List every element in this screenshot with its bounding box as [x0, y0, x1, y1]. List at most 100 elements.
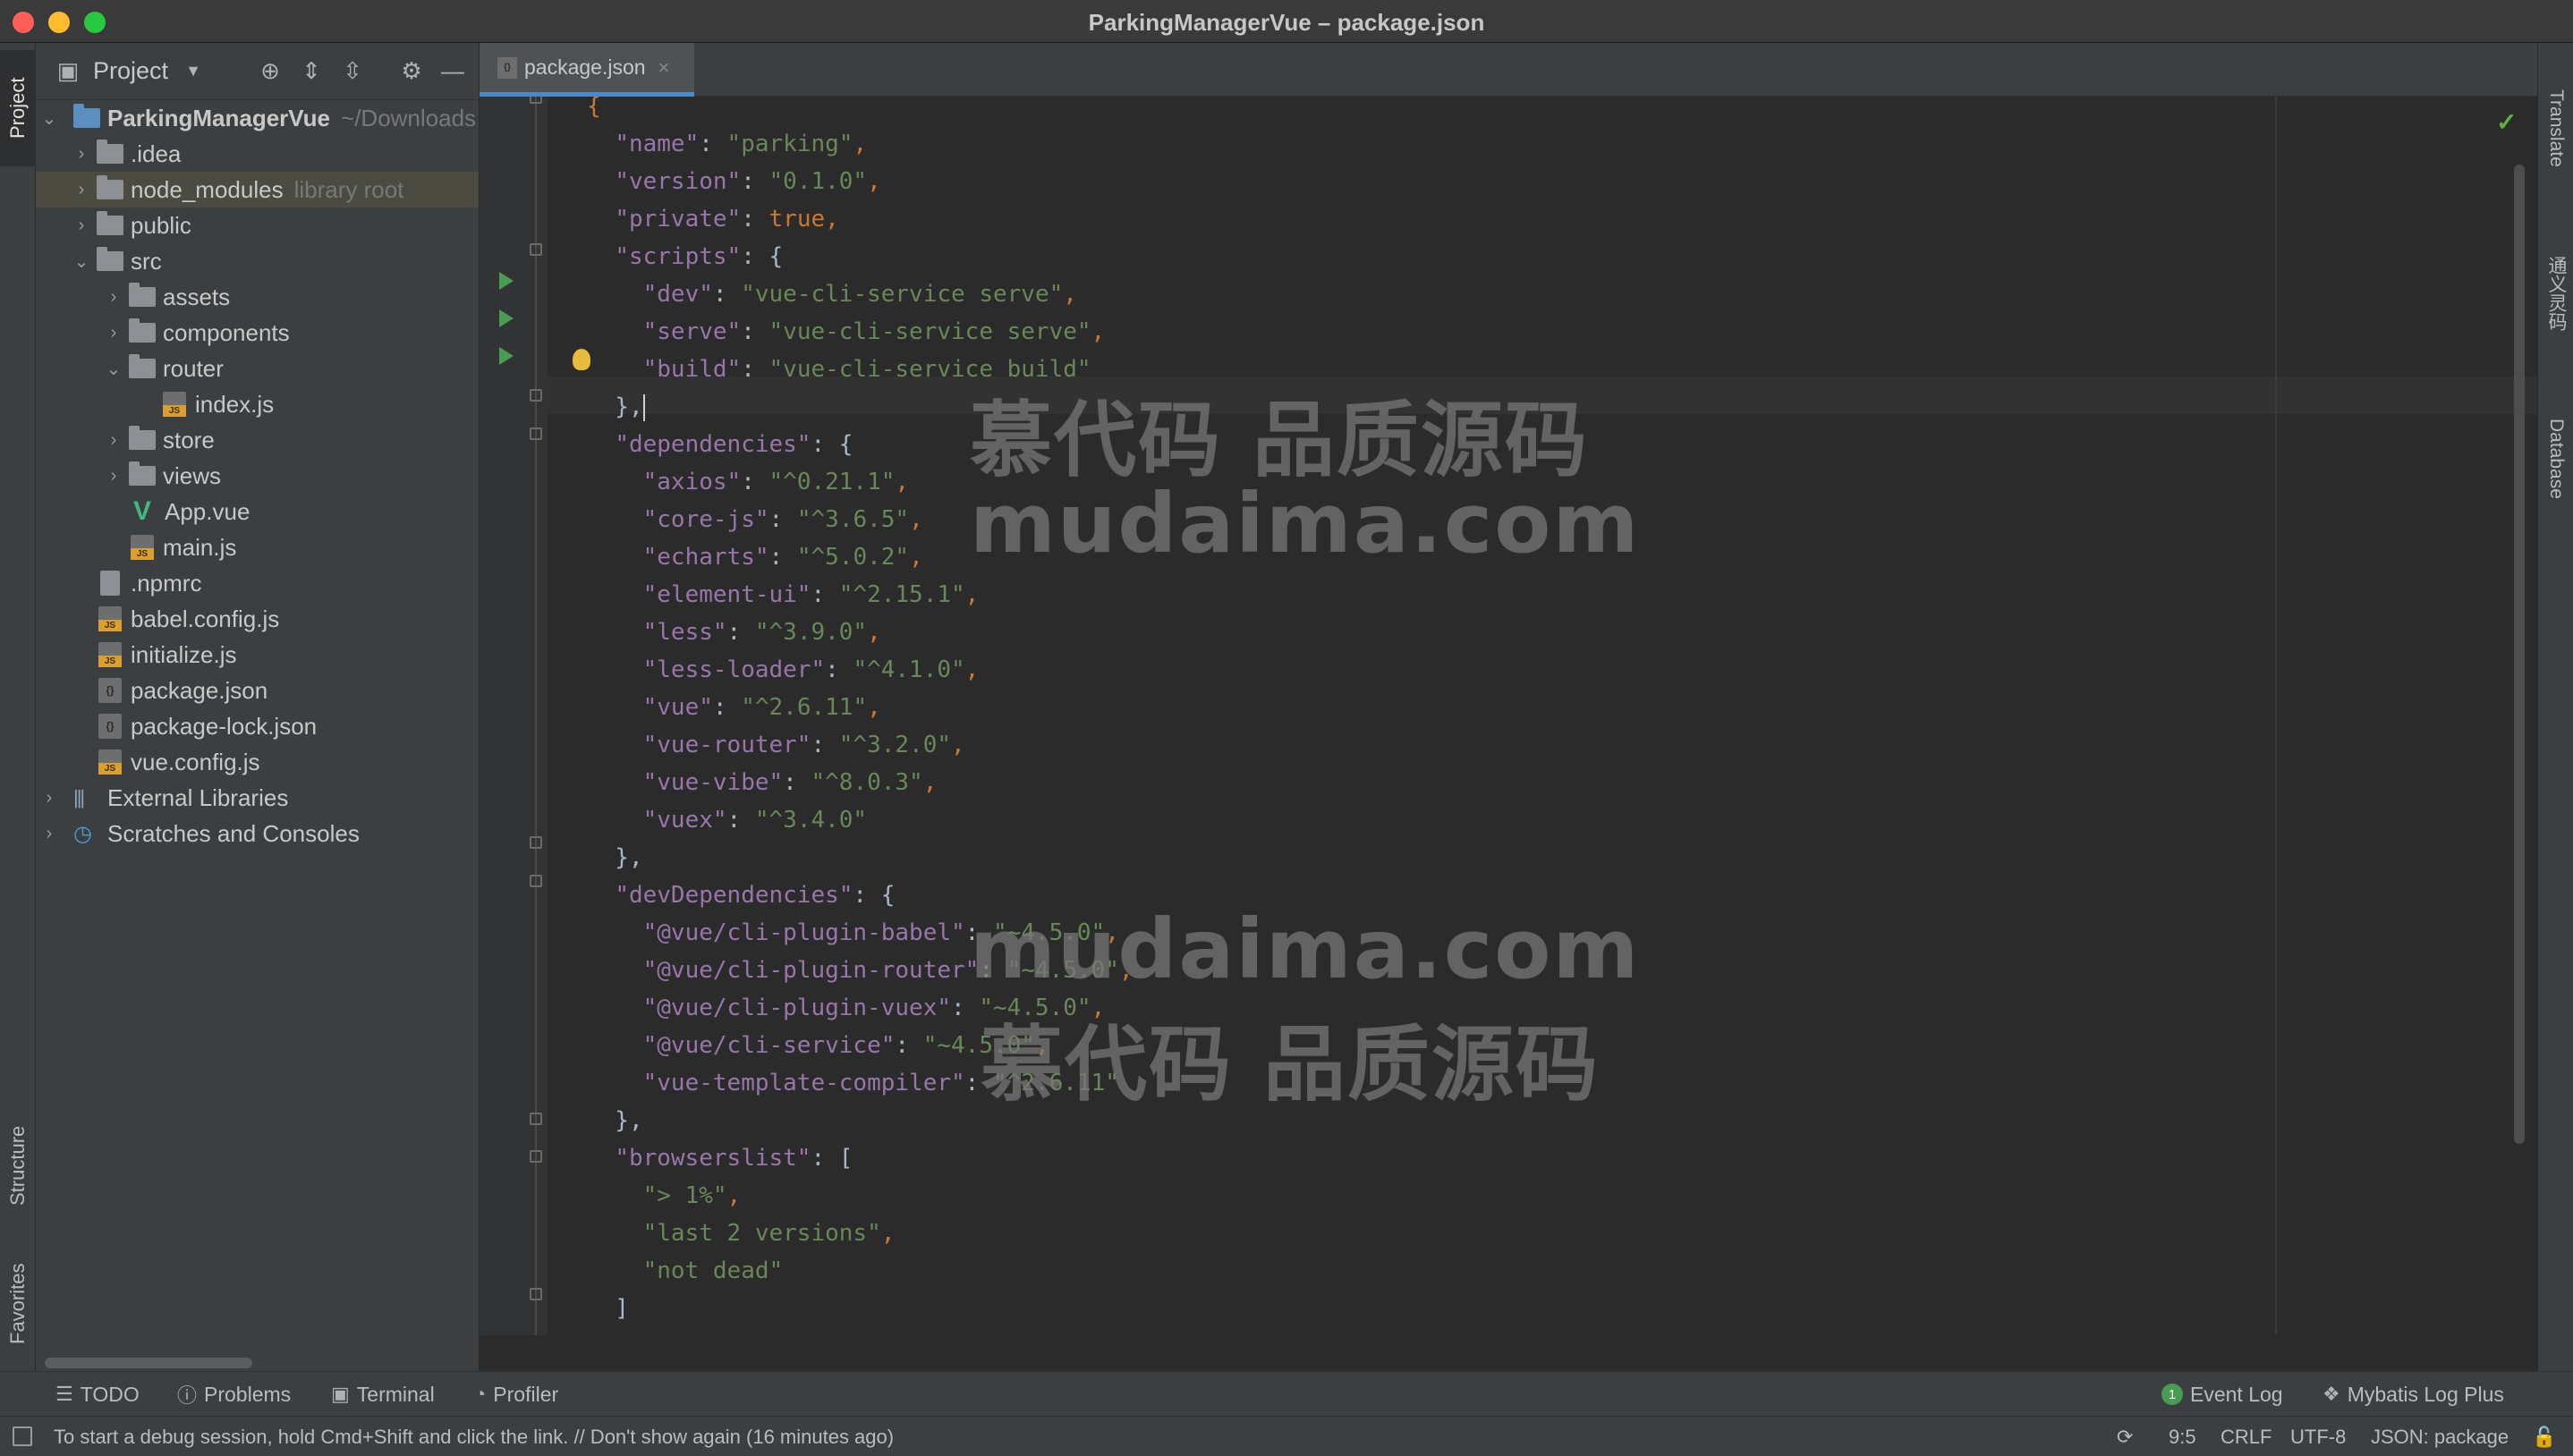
- chevron-right-icon[interactable]: ›: [104, 315, 123, 351]
- tree-item-root[interactable]: ⌄ ParkingManagerVue ~/Downloads: [36, 100, 479, 136]
- chevron-right-icon[interactable]: ›: [39, 816, 59, 851]
- editor-vertical-scrollbar[interactable]: [2514, 165, 2525, 1144]
- locate-file-icon[interactable]: ⊕: [254, 55, 286, 88]
- run-script-icon[interactable]: [499, 347, 514, 365]
- chevron-down-icon[interactable]: ▼: [177, 55, 209, 88]
- json-value: "^4.1.0": [853, 656, 965, 683]
- tree-item-scratches[interactable]: › ◷ Scratches and Consoles: [36, 816, 479, 851]
- lock-icon[interactable]: 🔓: [2532, 1426, 2556, 1449]
- tree-item-src[interactable]: ⌄ src: [36, 243, 479, 279]
- tree-item-node-modules[interactable]: › node_modules library root: [36, 172, 479, 207]
- tree-item-label: ParkingManagerVue: [107, 104, 331, 131]
- event-log-tool-button[interactable]: 1 Event Log: [2161, 1372, 2283, 1417]
- tree-item-label: package.json: [131, 676, 268, 704]
- tree-item-external-libraries[interactable]: › ||| External Libraries: [36, 780, 479, 816]
- code-line: "vue": "^2.6.11",: [642, 694, 881, 721]
- chevron-right-icon[interactable]: ›: [104, 458, 123, 494]
- structure-tool-tab[interactable]: Structure: [0, 1080, 36, 1250]
- json-key: "@vue/cli-plugin-router": [642, 957, 980, 984]
- fold-icon[interactable]: [530, 1288, 542, 1300]
- mybatis-log-tool-label: Mybatis Log Plus: [2347, 1382, 2504, 1406]
- gear-icon[interactable]: ⚙: [395, 55, 428, 88]
- tree-item-index-js[interactable]: index.js: [36, 386, 479, 422]
- structure-tool-tab-label: Structure: [6, 1125, 29, 1206]
- json-key: "browserslist": [615, 1145, 811, 1172]
- tree-item-label: node_modules: [131, 175, 284, 203]
- file-encoding[interactable]: UTF-8: [2290, 1426, 2346, 1449]
- collapse-all-icon[interactable]: ⇳: [336, 55, 369, 88]
- profiler-tool-button[interactable]: ◔ Profiler: [474, 1372, 558, 1417]
- event-log-tool-label: Event Log: [2190, 1382, 2283, 1406]
- tree-item-router[interactable]: ⌄ router: [36, 351, 479, 386]
- fold-icon[interactable]: [530, 836, 542, 849]
- chevron-down-icon[interactable]: ⌄: [39, 100, 59, 136]
- json-value: "> 1%": [642, 1182, 727, 1209]
- chevron-down-icon[interactable]: ⌄: [104, 351, 123, 386]
- tree-item-npmrc[interactable]: .npmrc: [36, 565, 479, 601]
- code-editor[interactable]: ✓ { "name": "parking", "version": "0.1.0…: [480, 97, 2537, 1335]
- fold-icon[interactable]: [530, 1150, 542, 1163]
- tree-item-app-vue[interactable]: V App.vue: [36, 494, 479, 529]
- problems-tool-button[interactable]: ⓘ Problems: [177, 1372, 291, 1417]
- run-script-icon[interactable]: [499, 272, 514, 290]
- tree-item-components[interactable]: › components: [36, 315, 479, 351]
- json-value: "^8.0.3": [811, 769, 923, 796]
- mybatis-log-tool-button[interactable]: ❖ Mybatis Log Plus: [2322, 1372, 2504, 1417]
- git-sync-icon[interactable]: ⟳: [2117, 1426, 2133, 1449]
- project-horizontal-scrollbar[interactable]: [45, 1358, 252, 1368]
- translate-tool-tab[interactable]: Translate: [2538, 61, 2573, 195]
- tree-item-package-lock-json[interactable]: {} package-lock.json: [36, 708, 479, 744]
- close-tab-icon[interactable]: ×: [658, 56, 670, 80]
- chevron-right-icon[interactable]: ›: [72, 136, 91, 172]
- tree-item-public[interactable]: › public: [36, 207, 479, 243]
- fold-icon[interactable]: [530, 243, 542, 256]
- fold-icon[interactable]: [530, 389, 542, 402]
- tree-item-store[interactable]: › store: [36, 422, 479, 458]
- run-script-icon[interactable]: [499, 309, 514, 327]
- project-panel-title[interactable]: Project: [93, 57, 168, 85]
- tree-item-assets[interactable]: › assets: [36, 279, 479, 315]
- caret-position[interactable]: 9:5: [2169, 1426, 2196, 1449]
- json-schema[interactable]: JSON: package: [2371, 1426, 2509, 1449]
- code-line: "element-ui": "^2.15.1",: [642, 581, 980, 608]
- text-caret: [642, 394, 645, 421]
- tree-item-main-js[interactable]: main.js: [36, 529, 479, 565]
- tree-item-package-json[interactable]: {} package.json: [36, 673, 479, 708]
- project-tool-tab[interactable]: Project: [0, 50, 36, 166]
- chevron-right-icon[interactable]: ›: [72, 207, 91, 243]
- chevron-right-icon[interactable]: ›: [104, 422, 123, 458]
- line-separator[interactable]: CRLF: [2221, 1426, 2272, 1449]
- profiler-icon: ◔: [474, 1383, 487, 1405]
- project-view-icon: ▣: [56, 57, 80, 84]
- terminal-tool-button[interactable]: ▣ Terminal: [331, 1372, 435, 1417]
- tree-item-label: store: [163, 426, 215, 453]
- info-icon: ⓘ: [177, 1384, 198, 1407]
- todo-tool-button[interactable]: ☰ TODO: [55, 1372, 140, 1417]
- toggle-panels-icon[interactable]: [13, 1426, 32, 1446]
- tree-item-idea[interactable]: › .idea: [36, 136, 479, 172]
- fold-icon[interactable]: [530, 427, 542, 440]
- json-value: "^3.9.0": [754, 619, 868, 646]
- left-tool-strip: Project Structure Favorites: [0, 43, 36, 1371]
- tongyi-tool-tab[interactable]: 通义灵码: [2538, 213, 2573, 374]
- tree-item-initialize-js[interactable]: initialize.js: [36, 637, 479, 673]
- status-message[interactable]: To start a debug session, hold Cmd+Shift…: [54, 1426, 894, 1449]
- tree-item-babel-config[interactable]: babel.config.js: [36, 601, 479, 637]
- fold-icon[interactable]: [530, 97, 542, 104]
- chevron-right-icon[interactable]: ›: [104, 279, 123, 315]
- chevron-right-icon[interactable]: ›: [72, 172, 91, 207]
- chevron-right-icon[interactable]: ›: [39, 780, 59, 816]
- fold-icon[interactable]: [530, 875, 542, 887]
- database-tool-tab[interactable]: Database: [2538, 392, 2573, 526]
- checkmark-icon[interactable]: ✓: [2496, 107, 2517, 137]
- json-value: true: [769, 206, 826, 233]
- favorites-tool-tab[interactable]: Favorites: [0, 1232, 36, 1376]
- tree-item-views[interactable]: › views: [36, 458, 479, 494]
- hide-panel-icon[interactable]: —: [437, 55, 469, 88]
- profiler-tool-label: Profiler: [493, 1382, 559, 1406]
- expand-all-icon[interactable]: ⇕: [295, 55, 327, 88]
- tree-item-vue-config[interactable]: vue.config.js: [36, 744, 479, 780]
- tab-package-json[interactable]: {} package.json ×: [480, 43, 694, 97]
- chevron-down-icon[interactable]: ⌄: [72, 243, 91, 279]
- fold-icon[interactable]: [530, 1113, 542, 1125]
